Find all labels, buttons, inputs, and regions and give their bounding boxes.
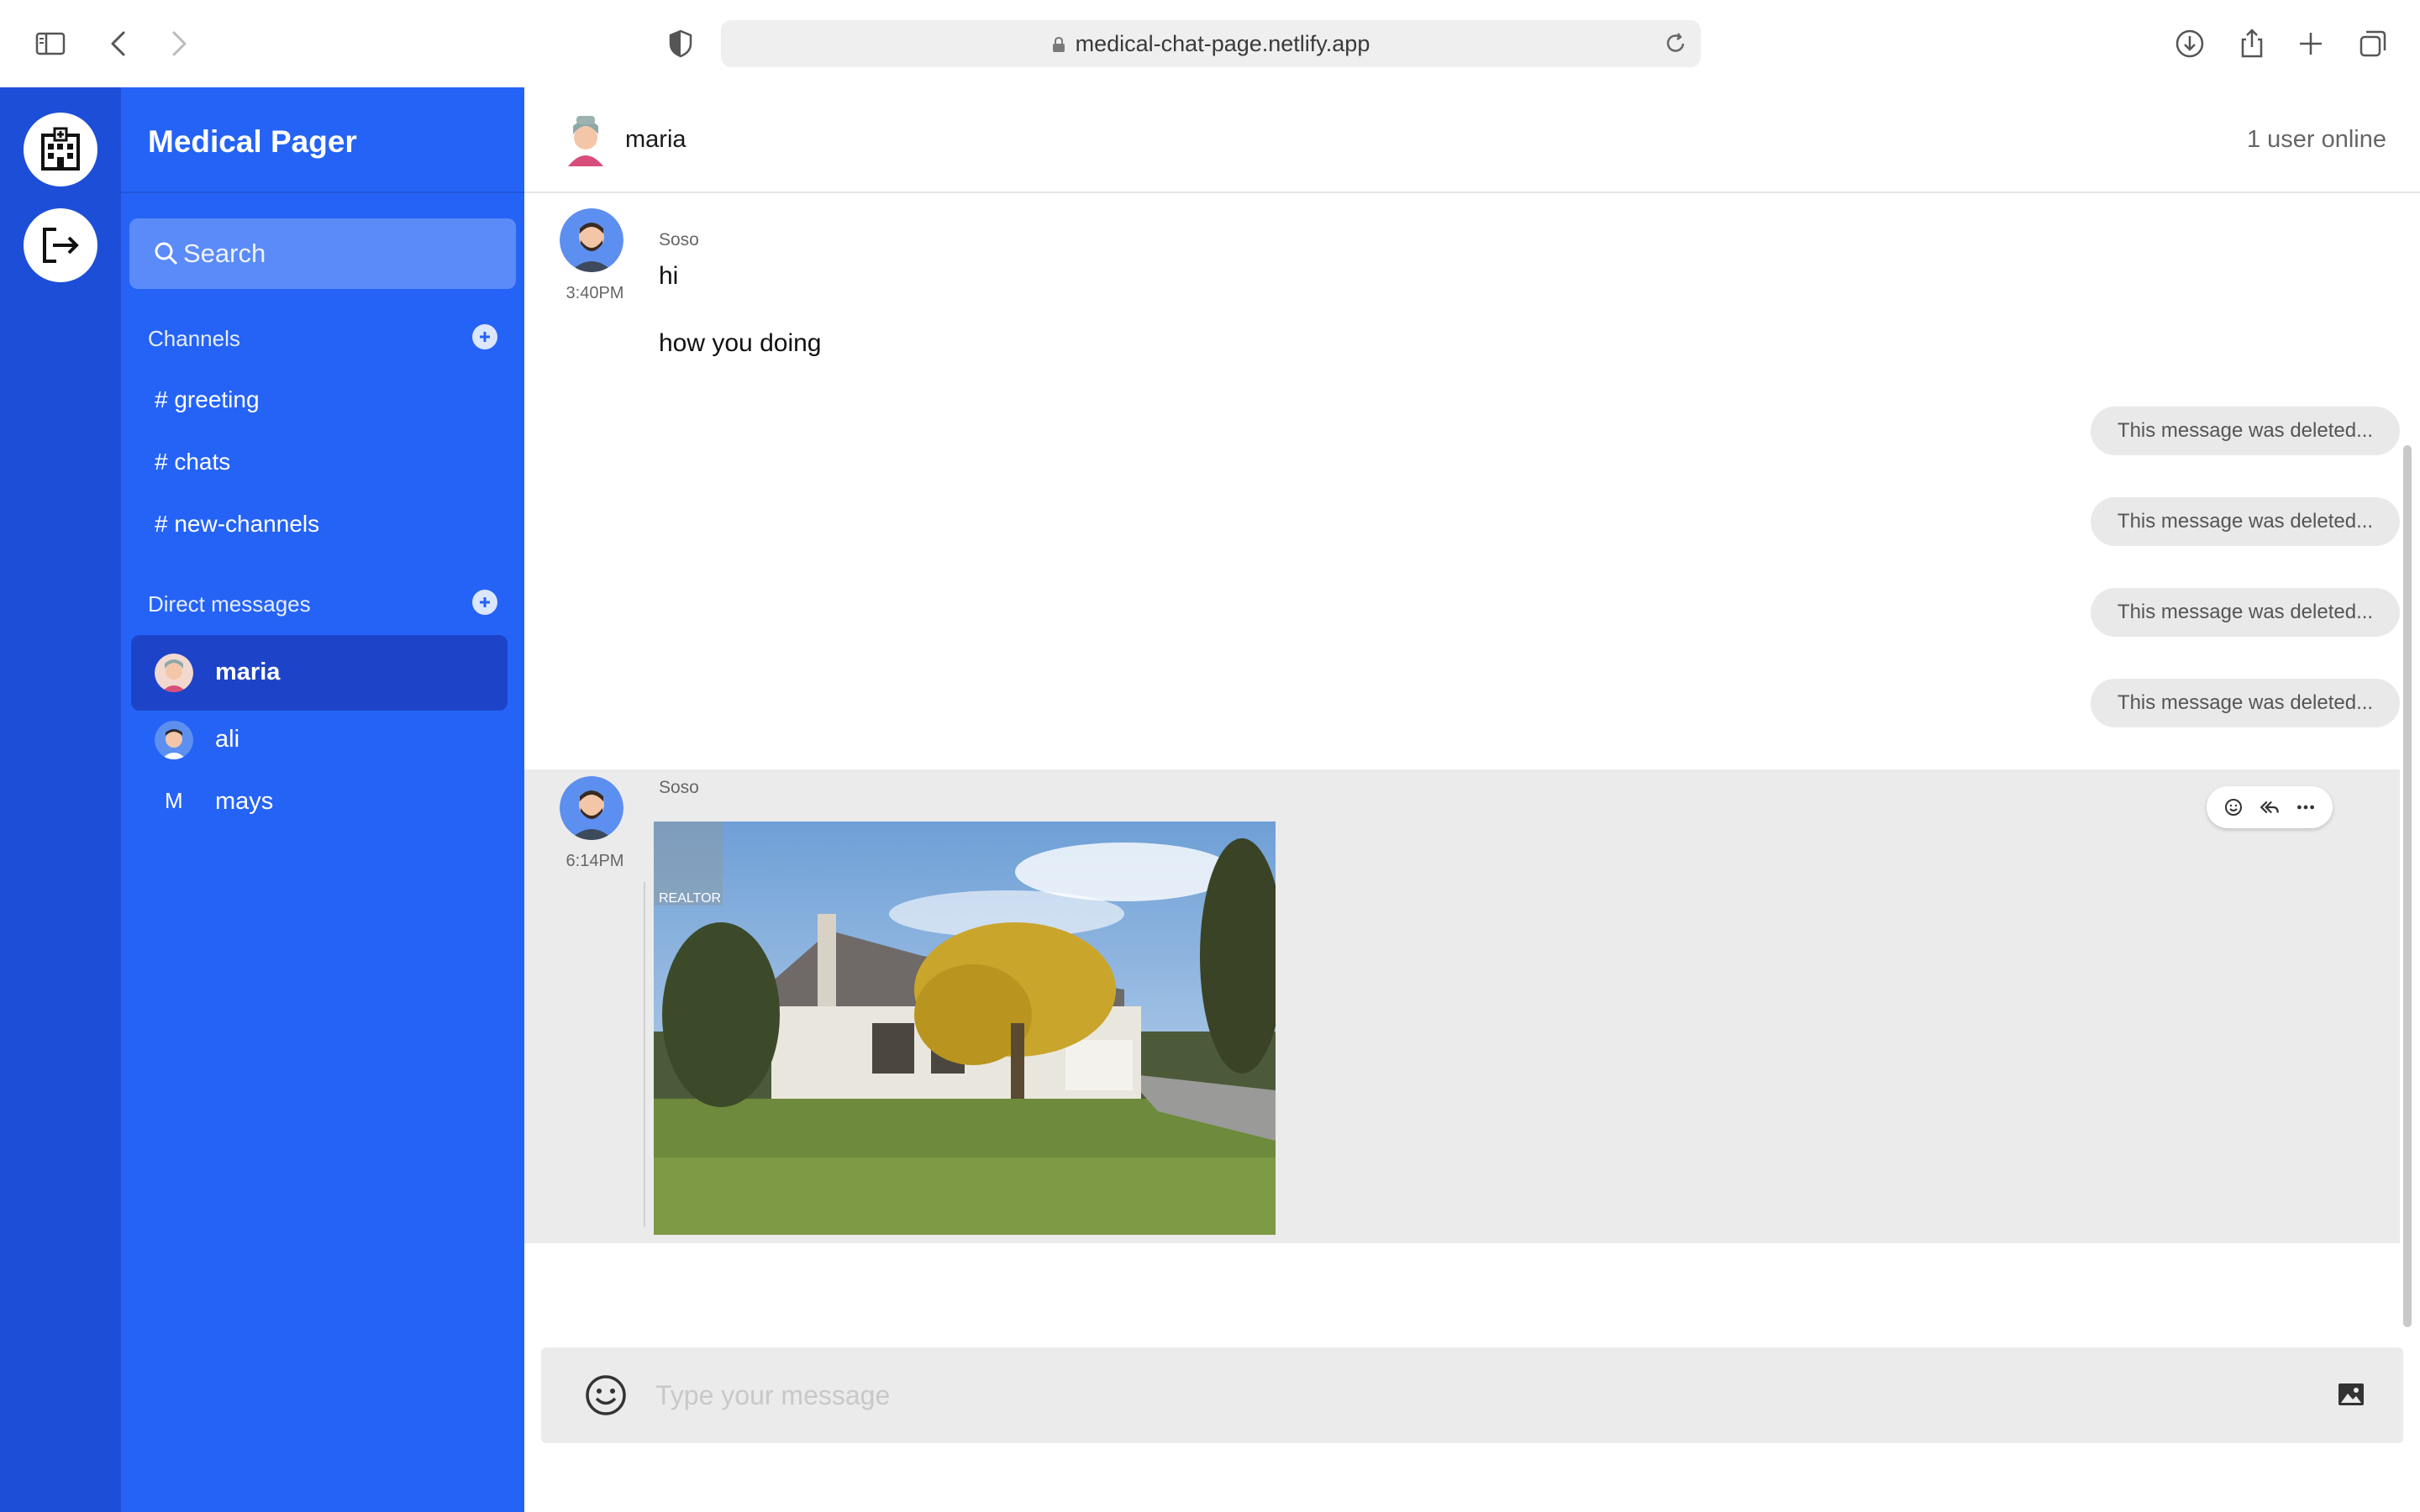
channel-greeting[interactable]: # greeting [155,386,260,413]
reload-icon[interactable] [1659,27,1692,60]
sidebar: Medical Pager Channels # greeting # chat… [121,87,524,1512]
dm-name: ali [215,726,240,753]
header-user-name: maria [625,126,687,153]
message-time: 3:40PM [566,284,624,302]
header-avatar [558,111,613,166]
privacy-shield-icon[interactable] [657,20,704,67]
emoji-picker-icon[interactable] [583,1373,629,1418]
avatar [155,654,193,692]
avatar [155,721,193,759]
deleted-message: This message was deleted... [2091,407,2400,455]
add-dm-button[interactable] [472,590,497,615]
browser-toolbar: medical-chat-page.netlify.app [0,0,2420,87]
url-text: medical-chat-page.netlify.app [1075,31,1370,56]
chat-header: maria 1 user online [524,87,2420,193]
message-composer [541,1347,2403,1443]
message-author: Soso [659,230,699,249]
message-scrollbar[interactable] [2400,193,2420,1329]
back-icon[interactable] [96,20,143,67]
logout-icon[interactable] [24,208,97,282]
add-channel-button[interactable] [472,324,497,349]
avatar-initial: M [165,788,183,813]
image-upload-icon[interactable] [2336,1379,2366,1410]
channel-chats[interactable]: # chats [155,449,230,475]
share-icon[interactable] [2228,20,2275,67]
house-photo[interactable]: REALTOR [654,822,1276,1235]
watermark: REALTOR [659,891,721,906]
app-title: Medical Pager [148,124,357,159]
app-rail [0,87,121,1512]
search-input[interactable] [183,218,502,289]
search-icon [155,242,178,265]
message-actions [2207,786,2333,828]
tab-overview-icon[interactable] [2349,20,2396,67]
dm-name: maria [215,659,281,685]
download-icon[interactable] [2166,20,2213,67]
message-author: Soso [659,778,699,797]
plus-icon [480,597,490,607]
dm-name: mays [215,788,274,815]
message-text: how you doing [659,329,822,357]
plus-icon [480,332,490,342]
avatar [560,776,623,840]
online-count: 1 user online [2246,126,2386,153]
sidebar-toggle-icon[interactable] [27,20,74,67]
message-input[interactable] [655,1347,2252,1443]
address-bar[interactable]: medical-chat-page.netlify.app [721,20,1701,67]
reply-icon[interactable] [2255,793,2284,822]
more-options-icon[interactable] [2291,793,2320,822]
channel-new-channels[interactable]: # new-channels [155,511,319,538]
new-tab-icon[interactable] [2287,20,2334,67]
message-list: 3:40PM Soso hi how you doing This messag… [524,193,2400,1329]
forward-icon[interactable] [155,20,202,67]
message-time: 6:14PM [566,852,624,870]
scroll-thumb[interactable] [2403,445,2412,1327]
dm-item-mays[interactable]: M mays [131,764,508,840]
search-box[interactable] [129,218,516,289]
lock-icon [1052,36,1065,52]
deleted-message: This message was deleted... [2091,588,2400,637]
hospital-icon[interactable] [24,113,97,186]
dm-item-maria[interactable]: maria [131,635,508,711]
add-reaction-icon[interactable] [2219,793,2248,822]
message-text: hi [659,262,679,290]
sidebar-divider [121,192,524,193]
avatar [560,208,623,272]
dm-heading: Direct messages [148,591,311,617]
deleted-message: This message was deleted... [2091,497,2400,546]
channels-heading: Channels [148,326,240,351]
deleted-message: This message was deleted... [2091,679,2400,727]
thread-line [644,882,645,1226]
